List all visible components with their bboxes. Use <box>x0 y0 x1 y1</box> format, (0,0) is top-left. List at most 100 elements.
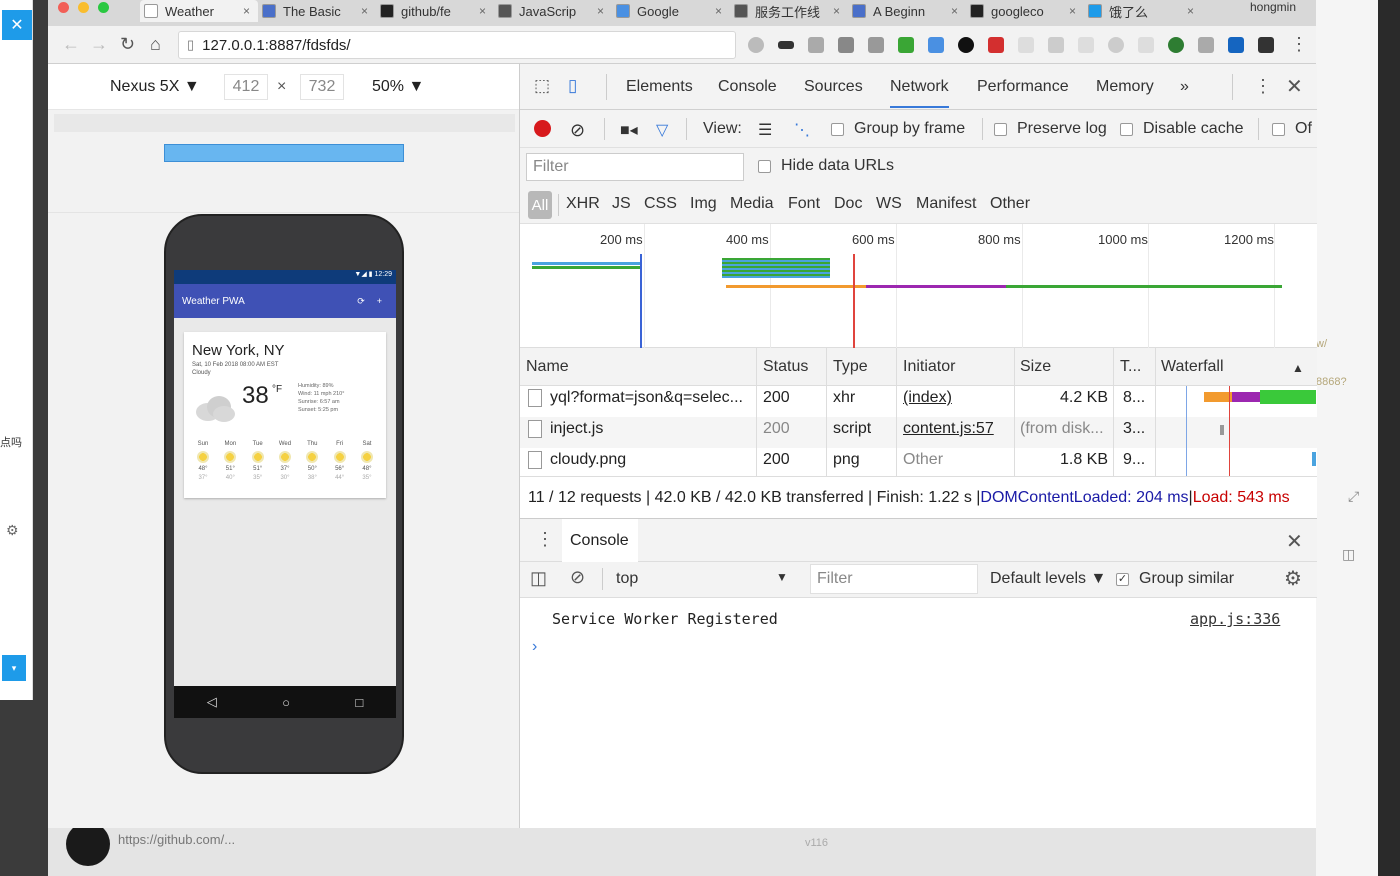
media-query-highlight[interactable] <box>164 144 404 162</box>
browser-tab[interactable]: 饿了么 × <box>1084 0 1202 22</box>
type-filter-other[interactable]: Other <box>990 195 1030 213</box>
extension-icon[interactable] <box>808 37 824 53</box>
record-icon[interactable] <box>534 120 551 137</box>
extension-icon[interactable] <box>898 37 914 53</box>
media-query-bar[interactable] <box>54 114 515 132</box>
extension-icon[interactable] <box>928 37 944 53</box>
column-time[interactable]: T... <box>1120 358 1141 376</box>
close-window-icon[interactable] <box>58 2 69 13</box>
type-filter-js[interactable]: JS <box>612 195 631 213</box>
device-height-input[interactable]: 732 <box>300 74 344 100</box>
table-row[interactable]: yql?format=json&q=selec... 200 xhr (inde… <box>520 386 1317 417</box>
refresh-icon[interactable]: ⟳ <box>357 296 365 307</box>
tab-close-icon[interactable]: × <box>361 4 368 18</box>
reload-icon[interactable]: ↻ <box>120 34 135 55</box>
console-settings-icon[interactable]: ⚙ <box>1284 566 1302 591</box>
column-initiator[interactable]: Initiator <box>903 358 955 376</box>
back-icon[interactable]: ← <box>62 34 80 55</box>
minimize-window-icon[interactable] <box>78 2 89 13</box>
sidebar-toggle-icon[interactable]: ◫ <box>530 568 547 589</box>
inspect-icon[interactable]: ⬚ <box>534 76 550 96</box>
device-select[interactable]: Nexus 5X ▼ <box>110 78 200 96</box>
extension-icon[interactable] <box>988 37 1004 53</box>
preserve-log-checkbox[interactable]: Preserve log <box>994 120 1107 138</box>
sort-ascending-icon[interactable]: ▲ <box>1292 361 1304 375</box>
browser-tab[interactable]: The Basic × <box>258 0 376 22</box>
address-bar[interactable]: ▯ 127.0.0.1:8887/fdsfds/ <box>178 31 736 59</box>
offline-checkbox[interactable]: Of <box>1272 120 1312 138</box>
type-filter-media[interactable]: Media <box>730 195 774 213</box>
extension-icon[interactable] <box>958 37 974 53</box>
tab-close-icon[interactable]: × <box>951 4 958 18</box>
tab-close-icon[interactable]: × <box>243 4 250 18</box>
extension-icon[interactable] <box>1048 37 1064 53</box>
extension-icon[interactable] <box>1258 37 1274 53</box>
hide-data-urls-checkbox[interactable]: Hide data URLs <box>758 157 894 175</box>
waterfall-view-icon[interactable]: ⋱ <box>794 120 810 140</box>
tab-console[interactable]: Console <box>718 78 777 96</box>
drawer-menu-icon[interactable]: ⋮ <box>536 529 554 550</box>
extension-icon[interactable] <box>778 41 794 49</box>
extension-icon[interactable] <box>1138 37 1154 53</box>
device-toggle-icon[interactable]: ▯ <box>568 76 577 96</box>
device-width-input[interactable]: 412 <box>224 74 268 100</box>
extension-icon[interactable] <box>1168 37 1184 53</box>
extension-icon[interactable] <box>838 37 854 53</box>
forward-icon[interactable]: → <box>90 34 108 55</box>
dropdown-icon[interactable]: ▾ <box>2 655 26 681</box>
tab-elements[interactable]: Elements <box>626 78 693 96</box>
close-icon[interactable]: ✕ <box>2 10 32 40</box>
console-message-source[interactable]: app.js:336 <box>1190 610 1280 628</box>
context-select[interactable]: top <box>616 570 638 588</box>
recents-icon[interactable]: □ <box>355 695 363 710</box>
tab-close-icon[interactable]: × <box>715 4 722 18</box>
request-initiator[interactable]: content.js:57 <box>903 420 994 438</box>
add-icon[interactable]: + <box>377 296 382 307</box>
close-drawer-icon[interactable]: ✕ <box>1286 529 1303 554</box>
devtools-menu-icon[interactable]: ⋮ <box>1254 76 1272 97</box>
column-waterfall[interactable]: Waterfall <box>1161 358 1224 376</box>
chevron-down-icon[interactable]: ▼ <box>776 570 788 584</box>
browser-menu-icon[interactable]: ⋮ <box>1290 34 1308 55</box>
browser-tab[interactable]: 服务工作线 × <box>730 0 848 22</box>
browser-tab[interactable]: Weather × <box>140 0 258 22</box>
home-icon[interactable]: ○ <box>282 695 290 710</box>
column-status[interactable]: Status <box>763 358 808 376</box>
tab-close-icon[interactable]: × <box>597 4 604 18</box>
browser-tab[interactable]: github/fe × <box>376 0 494 22</box>
type-filter-css[interactable]: CSS <box>644 195 677 213</box>
tab-console-drawer[interactable]: Console <box>562 519 638 563</box>
tab-performance[interactable]: Performance <box>977 78 1069 96</box>
type-filter-all[interactable]: All <box>528 191 552 219</box>
table-row[interactable]: cloudy.png 200 png Other 1.8 KB 9... <box>520 448 1317 479</box>
type-filter-font[interactable]: Font <box>788 195 820 213</box>
more-tabs-icon[interactable]: » <box>1180 78 1189 96</box>
tab-close-icon[interactable]: × <box>1187 4 1194 18</box>
tab-close-icon[interactable]: × <box>479 4 486 18</box>
extension-icon[interactable] <box>1078 37 1094 53</box>
gear-icon[interactable]: ⚙ <box>6 522 19 539</box>
clear-icon[interactable]: ⊘ <box>570 120 585 141</box>
column-type[interactable]: Type <box>833 358 868 376</box>
disable-cache-checkbox[interactable]: Disable cache <box>1120 120 1244 138</box>
extension-icon[interactable] <box>1198 37 1214 53</box>
back-icon[interactable]: ◁ <box>207 694 217 710</box>
extension-icon[interactable] <box>748 37 764 53</box>
browser-tab[interactable]: JavaScrip × <box>494 0 612 22</box>
clear-console-icon[interactable]: ⊘ <box>570 567 585 588</box>
log-levels-select[interactable]: Default levels ▼ <box>990 570 1106 588</box>
extension-icon[interactable] <box>1108 37 1124 53</box>
list-view-icon[interactable]: ☰ <box>758 120 772 140</box>
type-filter-ws[interactable]: WS <box>876 195 902 213</box>
network-overview[interactable]: 200 ms 400 ms 600 ms 800 ms 1000 ms 1200… <box>520 224 1317 348</box>
group-by-frame-checkbox[interactable]: Group by frame <box>831 120 965 138</box>
group-similar-checkbox[interactable]: ✓ Group similar <box>1116 570 1234 588</box>
capture-screenshots-icon[interactable]: ■◂ <box>620 120 638 140</box>
tab-sources[interactable]: Sources <box>804 78 863 96</box>
type-filter-xhr[interactable]: XHR <box>566 195 600 213</box>
column-name[interactable]: Name <box>526 358 569 376</box>
table-row[interactable]: inject.js 200 script content.js:57 (from… <box>520 417 1317 448</box>
zoom-select[interactable]: 50% ▼ <box>372 78 424 96</box>
type-filter-manifest[interactable]: Manifest <box>916 195 976 213</box>
type-filter-doc[interactable]: Doc <box>834 195 862 213</box>
